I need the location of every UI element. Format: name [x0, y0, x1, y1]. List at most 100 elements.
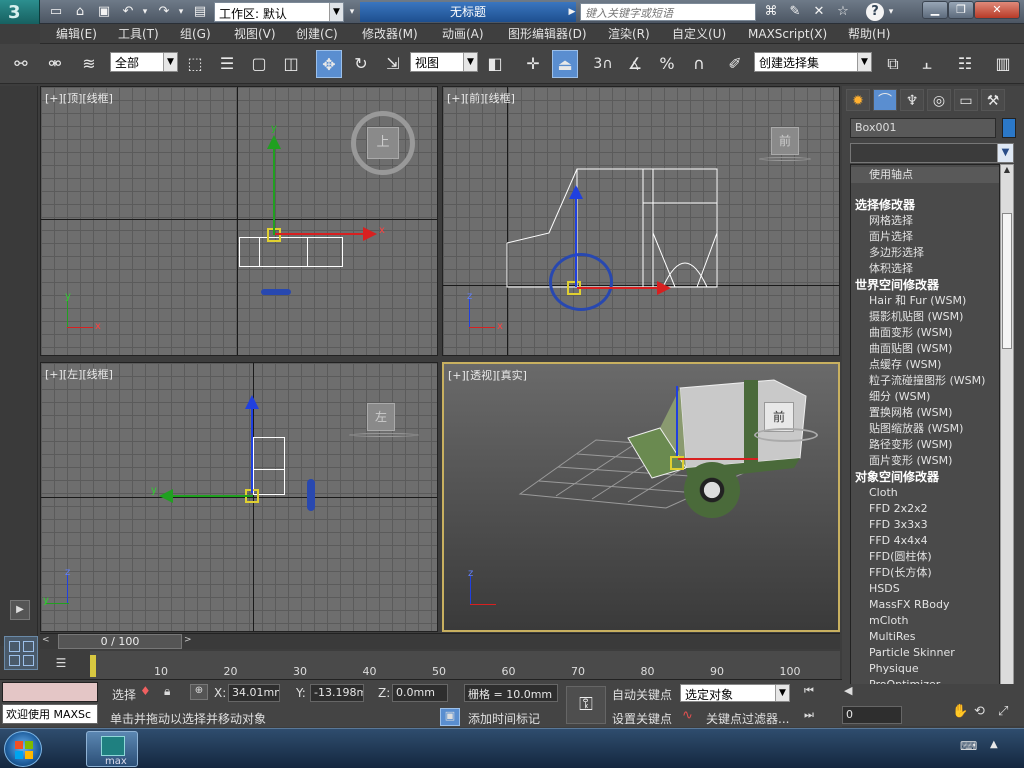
angle-snap-icon[interactable]: ∡ — [622, 50, 648, 78]
unlink-icon[interactable]: ⚮ — [42, 50, 68, 78]
modifier-item[interactable]: 网格选择 — [851, 213, 999, 229]
link-icon[interactable]: ⚯ — [8, 50, 34, 78]
modifier-item[interactable]: 粒子流碰撞图形 (WSM) — [851, 373, 999, 389]
modifier-item[interactable]: 摄影机贴图 (WSM) — [851, 309, 999, 325]
current-frame-field[interactable]: 0 — [842, 706, 902, 724]
help-dropdown-icon[interactable]: ▾ — [886, 3, 896, 21]
modifier-item[interactable]: 贴图缩放器 (WSM) — [851, 421, 999, 437]
scroll-up-icon[interactable]: ▲ — [1001, 165, 1013, 177]
menu-help[interactable]: 帮助(H) — [848, 26, 890, 42]
modifier-item[interactable]: 细分 (WSM) — [851, 389, 999, 405]
z-coord-field[interactable]: 0.0mm — [392, 684, 448, 702]
select-by-name-icon[interactable]: ☰ — [214, 50, 240, 78]
menu-modifiers[interactable]: 修改器(M) — [362, 26, 418, 42]
menu-graph-editors[interactable]: 图形编辑器(D) — [508, 26, 587, 42]
project-folder-icon[interactable]: ▤ — [192, 4, 208, 20]
scrollbar-thumb[interactable] — [1002, 213, 1012, 349]
menu-tools[interactable]: 工具(T) — [118, 26, 159, 42]
auto-key-button[interactable]: 自动关键点 — [612, 686, 672, 703]
redo-dropdown-icon[interactable]: ▾ — [176, 4, 186, 20]
maximize-button[interactable]: ❐ — [948, 1, 974, 19]
viewport-layout-icon[interactable] — [4, 636, 38, 670]
selection-filter-select[interactable]: 全部 ▼ — [110, 52, 178, 72]
motion-tab-icon[interactable]: ◎ — [927, 89, 951, 111]
add-time-tag-button[interactable]: 添加时间标记 — [468, 710, 540, 727]
use-pivot-item[interactable]: 使用轴点 — [851, 167, 999, 183]
snap-toggle-icon[interactable]: 3∩ — [590, 50, 616, 78]
z-axis-gizmo[interactable] — [575, 193, 577, 287]
tools-icon[interactable]: ✎ — [786, 3, 804, 21]
modifier-list-combo[interactable]: ▼ — [850, 143, 1014, 163]
select-and-scale-icon[interactable]: ⇲ — [380, 50, 406, 78]
menu-maxscript[interactable]: MAXScript(X) — [748, 26, 827, 42]
modify-tab-icon[interactable]: ⌒ — [873, 89, 897, 111]
utilities-tab-icon[interactable]: ⚒ — [981, 89, 1005, 111]
viewport-front-label[interactable]: [+][前][线框] — [447, 90, 515, 106]
viewport-perspective[interactable]: [+][透视][真实] 前 z — [442, 362, 840, 632]
key-filters-button[interactable]: 关键点过滤器... — [706, 710, 789, 727]
menu-animation[interactable]: 动画(A) — [442, 26, 484, 42]
current-frame-marker[interactable] — [90, 655, 96, 677]
modifier-item[interactable]: Cloth — [851, 485, 999, 501]
key-filters-curve-icon[interactable]: ∿ — [682, 708, 702, 726]
absolute-mode-icon[interactable]: ⊕ — [190, 684, 208, 700]
modifier-item[interactable]: 曲面贴图 (WSM) — [851, 341, 999, 357]
align-icon[interactable]: ⫠ — [914, 50, 940, 78]
modifier-item[interactable]: 点缓存 (WSM) — [851, 357, 999, 373]
viewport-front[interactable]: [+][前][线框] 前 z x — [442, 86, 840, 356]
keyboard-icon[interactable]: ⌨ — [960, 739, 978, 755]
viewcube-left[interactable]: 左 — [367, 403, 395, 431]
object-color-swatch[interactable] — [1002, 118, 1016, 138]
track-bar[interactable]: 10 20 30 40 50 60 70 80 90 100 — [90, 651, 840, 679]
close-search-icon[interactable]: ✕ — [810, 3, 828, 21]
maximize-viewport-icon[interactable]: ⤢ — [998, 704, 1018, 724]
modifier-item[interactable]: 曲面变形 (WSM) — [851, 325, 999, 341]
binoculars-icon[interactable]: ⌘ — [762, 3, 780, 21]
orbit-icon[interactable]: ⟲ — [974, 704, 994, 724]
window-crossing-icon[interactable]: ◫ — [278, 50, 304, 78]
menu-rendering[interactable]: 渲染(R) — [608, 26, 650, 42]
y-axis-gizmo[interactable] — [273, 143, 275, 235]
x-coord-field[interactable]: 34.01mm — [228, 684, 280, 702]
keyboard-shortcut-override-icon[interactable]: ⏏ — [552, 50, 578, 78]
modifier-item[interactable]: FFD(长方体) — [851, 565, 999, 581]
modifier-item[interactable]: Hair 和 Fur (WSM) — [851, 293, 999, 309]
pivot-center-icon[interactable]: ◧ — [482, 50, 508, 78]
maxscript-listener-top[interactable] — [2, 682, 98, 702]
modifier-item[interactable]: Particle Skinner — [851, 645, 999, 661]
modifier-list-scrollbar[interactable]: ▲ ▼ — [1000, 164, 1014, 712]
modifier-item[interactable]: FFD 2x2x2 — [851, 501, 999, 517]
viewcube-front[interactable]: 前 — [771, 127, 799, 155]
modifier-item[interactable]: Physique — [851, 661, 999, 677]
rectangular-region-icon[interactable]: ▢ — [246, 50, 272, 78]
new-file-icon[interactable]: ▭ — [48, 4, 64, 20]
play-icon[interactable]: ▶ — [10, 600, 30, 620]
start-button[interactable] — [4, 731, 42, 767]
z-axis-gizmo-left[interactable] — [251, 403, 253, 493]
viewport-persp-label[interactable]: [+][透视][真实] — [448, 367, 527, 383]
modifier-item[interactable]: 置换网格 (WSM) — [851, 405, 999, 421]
bind-spacewarp-icon[interactable]: ≋ — [76, 50, 102, 78]
named-selection-set-select[interactable]: 创建选择集 ▼ — [754, 52, 872, 72]
prev-frame-icon[interactable]: ◀ — [844, 684, 864, 702]
display-tab-icon[interactable]: ▭ — [954, 89, 978, 111]
key-icon[interactable]: ⚿ — [566, 686, 606, 724]
time-next-icon[interactable]: > — [184, 635, 196, 648]
workspace-menu-icon[interactable]: ▾ — [346, 4, 358, 20]
manipulate-icon[interactable]: ✛ — [520, 50, 546, 78]
time-slider[interactable]: < 0 / 100 > — [40, 633, 840, 649]
modifier-item[interactable]: 面片变形 (WSM) — [851, 453, 999, 469]
track-view-icon[interactable]: ☰ — [50, 656, 72, 674]
modifier-item[interactable]: FFD 3x3x3 — [851, 517, 999, 533]
select-object-icon[interactable]: ⬚ — [182, 50, 208, 78]
help-icon[interactable]: ? — [866, 3, 884, 21]
layer-manager-icon[interactable]: ☷ — [952, 50, 978, 78]
modifier-item[interactable]: 体积选择 — [851, 261, 999, 277]
viewport-top-label[interactable]: [+][顶][线框] — [45, 90, 113, 106]
close-button[interactable]: ✕ — [974, 1, 1020, 19]
undo-dropdown-icon[interactable]: ▾ — [140, 4, 150, 20]
object-name-field[interactable]: Box001 — [850, 118, 996, 138]
modifier-item[interactable]: FFD(圆柱体) — [851, 549, 999, 565]
modifier-item[interactable]: mCloth — [851, 613, 999, 629]
x-axis-gizmo[interactable] — [275, 233, 367, 235]
